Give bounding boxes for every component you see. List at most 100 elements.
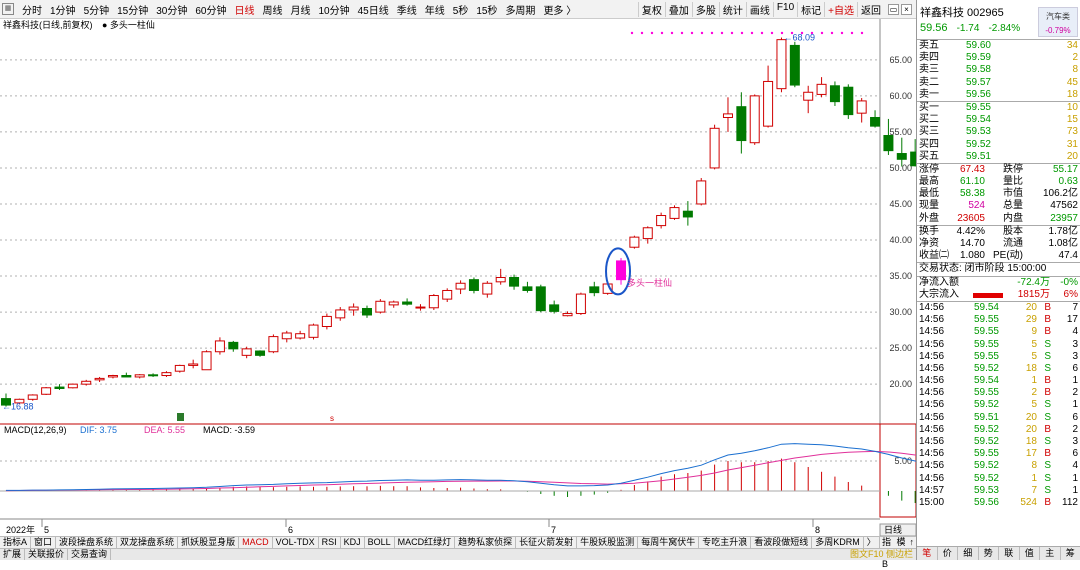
period-tab-8[interactable]: 月线	[291, 6, 311, 17]
candle-body[interactable]	[296, 334, 305, 338]
candle-body[interactable]	[443, 290, 452, 299]
indicator-tab-15[interactable]: 专吃主升浪	[699, 537, 751, 548]
candle-body[interactable]	[242, 349, 251, 355]
candle-body[interactable]	[683, 211, 692, 217]
period-tab-5[interactable]: 60分钟	[195, 6, 226, 17]
asks-row[interactable]: 卖三59.588	[917, 64, 1080, 76]
bids-row[interactable]: 买一59.5510	[917, 102, 1080, 114]
asks-row[interactable]: 卖四59.592	[917, 52, 1080, 64]
tool-button-6[interactable]: 标记	[797, 2, 824, 17]
candle-body[interactable]	[576, 294, 585, 313]
tool-button-3[interactable]: 统计	[719, 2, 746, 17]
candle-body[interactable]	[389, 302, 398, 305]
sector-box[interactable]: 汽车类 -0.79%	[1038, 7, 1078, 37]
indicator-tab-4[interactable]: 抓妖股显身版	[178, 537, 239, 548]
candle-body[interactable]	[162, 373, 171, 376]
candle-body[interactable]	[844, 87, 853, 114]
candle-body[interactable]	[336, 310, 345, 318]
indicator-tab-2[interactable]: 波段操盘系统	[56, 537, 117, 548]
candle-body[interactable]	[403, 302, 412, 304]
footer-tab-0[interactable]: 扩展	[0, 549, 25, 560]
quote-tab-3[interactable]: 势	[979, 547, 1000, 560]
candle-body[interactable]	[723, 114, 732, 118]
candle-body[interactable]	[817, 84, 826, 94]
candle-body[interactable]	[750, 96, 759, 143]
candle-body[interactable]	[362, 308, 371, 314]
period-tab-14[interactable]: 15秒	[476, 6, 497, 17]
tool-button-7[interactable]: +自选	[824, 2, 857, 17]
tool-button-0[interactable]: 复权	[638, 2, 665, 17]
indicator-tab-3[interactable]: 双龙操盘系统	[117, 537, 178, 548]
tick-list[interactable]: 14:5659.5420B714:5659.5529B1714:5659.559…	[917, 302, 1080, 509]
quote-tab-0[interactable]: 笔	[917, 547, 938, 560]
candle-body[interactable]	[55, 387, 64, 388]
candle-body[interactable]	[189, 364, 198, 365]
candle-body[interactable]	[697, 181, 706, 204]
indicator-tab-7[interactable]: RSI	[319, 537, 341, 548]
candle-body[interactable]	[630, 237, 639, 247]
candle-body[interactable]	[42, 388, 51, 394]
candle-body[interactable]	[563, 314, 572, 316]
indicator-tab-1[interactable]: 窗口	[31, 537, 56, 548]
asks-row[interactable]: 卖五59.6034	[917, 40, 1080, 52]
candle-body[interactable]	[376, 301, 385, 312]
candle-body[interactable]	[617, 261, 626, 280]
candle-body[interactable]	[95, 378, 104, 379]
candle-body[interactable]	[550, 305, 559, 311]
candle-body[interactable]	[643, 228, 652, 239]
candle-body[interactable]	[496, 277, 505, 281]
candle-body[interactable]	[657, 216, 666, 226]
candle-body[interactable]	[322, 316, 331, 326]
asks-row[interactable]: 卖二59.5745	[917, 77, 1080, 89]
candle-body[interactable]	[202, 352, 211, 370]
tool-button-2[interactable]: 多股	[692, 2, 719, 17]
candle-body[interactable]	[857, 101, 866, 113]
indicator-tab-18[interactable]: 〉	[864, 537, 880, 548]
candle-body[interactable]	[282, 333, 291, 339]
candle-body[interactable]	[122, 376, 131, 377]
period-tab-0[interactable]: 分时	[22, 6, 42, 17]
indicator-tab-8[interactable]: KDJ	[341, 537, 365, 548]
candle-body[interactable]	[175, 365, 184, 371]
candle-body[interactable]	[416, 307, 425, 308]
candle-body[interactable]	[429, 296, 438, 308]
candle-body[interactable]	[135, 375, 144, 377]
period-tab-16[interactable]: 更多 〉	[543, 6, 576, 17]
indicator-tab-13[interactable]: 牛股妖股监测	[577, 537, 638, 548]
candle-body[interactable]	[68, 384, 77, 388]
candle-body[interactable]	[804, 92, 813, 100]
indicator-tab-5[interactable]: MACD	[239, 537, 273, 548]
candle-body[interactable]	[764, 81, 773, 126]
period-tab-1[interactable]: 1分钟	[50, 6, 76, 17]
indicator-tab-17[interactable]: 多周KDRM	[812, 537, 864, 548]
candle-body[interactable]	[737, 107, 746, 141]
bids-row[interactable]: 买二59.5415	[917, 114, 1080, 126]
tool-button-5[interactable]: F10	[773, 2, 797, 17]
indicator-tab-12[interactable]: 长征火箭发射	[516, 537, 577, 548]
candle-body[interactable]	[830, 86, 839, 102]
period-tab-4[interactable]: 30分钟	[156, 6, 187, 17]
candle-body[interactable]	[309, 325, 318, 337]
period-tab-9[interactable]: 10分钟	[319, 6, 350, 17]
candle-body[interactable]	[28, 395, 37, 399]
period-tab-2[interactable]: 5分钟	[84, 6, 110, 17]
indicator-tab-right-0[interactable]: 指标B	[880, 537, 894, 548]
candle-body[interactable]	[256, 351, 265, 355]
asks-row[interactable]: 卖一59.5618	[917, 89, 1080, 101]
quote-tab-4[interactable]: 联	[999, 547, 1020, 560]
candle-body[interactable]	[229, 342, 238, 348]
candle-body[interactable]	[215, 341, 224, 352]
indicator-tab-14[interactable]: 每周牛窝伏牛	[638, 537, 699, 548]
period-tab-7[interactable]: 周线	[263, 6, 283, 17]
tool-button-1[interactable]: 叠加	[665, 2, 692, 17]
period-tab-12[interactable]: 年线	[425, 6, 445, 17]
footer-tab-2[interactable]: 交易查询	[68, 549, 111, 560]
candle-body[interactable]	[349, 307, 358, 310]
candle-body[interactable]	[456, 283, 465, 289]
quote-tab-7[interactable]: 筹	[1061, 547, 1080, 560]
indicator-tab-right-1[interactable]: 模板	[894, 537, 907, 548]
tool-button-8[interactable]: 返回	[857, 2, 884, 17]
indicator-tab-11[interactable]: 趋势私家侦探	[455, 537, 516, 548]
bids-row[interactable]: 买五59.5120	[917, 151, 1080, 163]
bids-row[interactable]: 买四59.5231	[917, 139, 1080, 151]
